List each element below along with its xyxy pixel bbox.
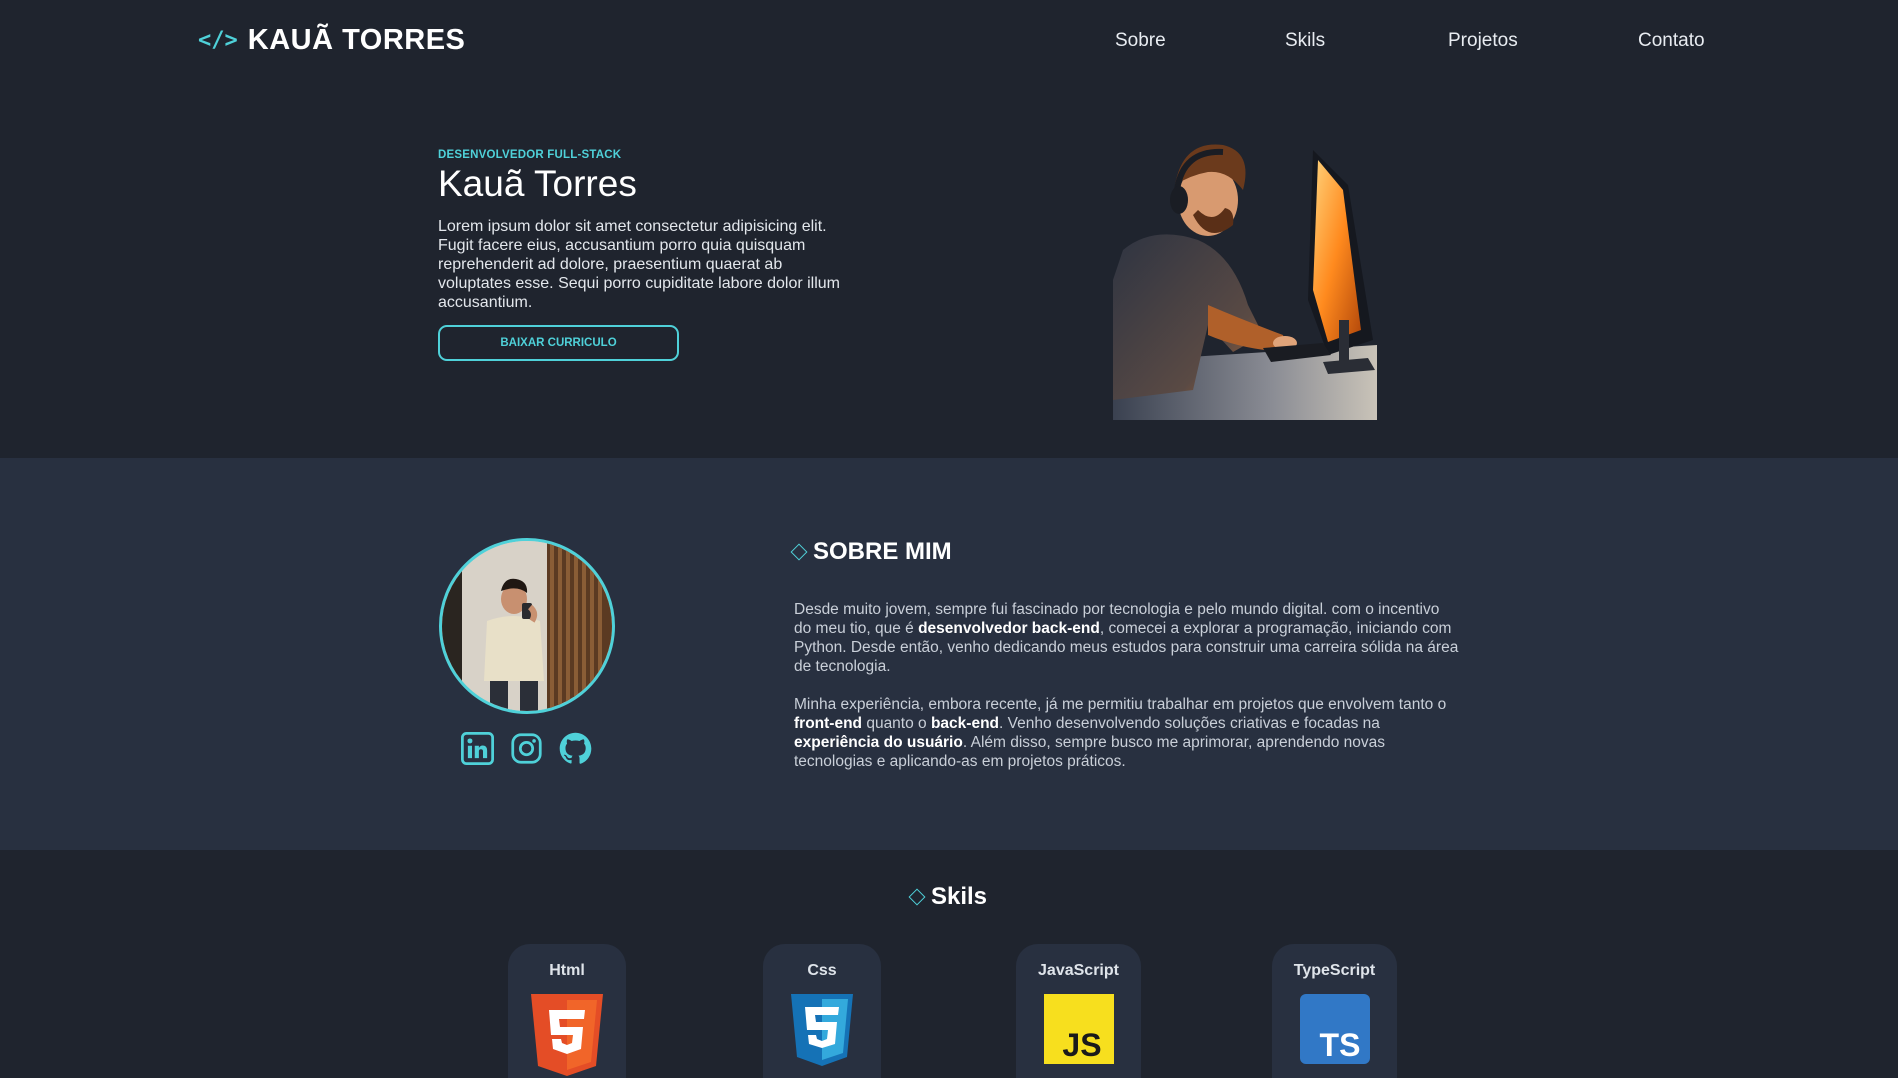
nav-item-projetos[interactable]: Projetos <box>1448 30 1518 52</box>
ts-icon: TS <box>1300 994 1370 1064</box>
skills-heading: Skils <box>930 883 988 910</box>
about-p2-highlight-frontend: front-end <box>794 715 863 732</box>
github-icon[interactable] <box>559 732 592 765</box>
skill-card-javascript[interactable]: JavaScript JS <box>1016 944 1141 1078</box>
code-icon: </> <box>198 28 238 53</box>
instagram-icon[interactable] <box>510 732 543 765</box>
download-cv-button[interactable]: BAIXAR CURRICULO <box>438 325 679 361</box>
skill-name: Html <box>549 962 585 979</box>
about-p2-highlight-backend: back-end <box>930 715 1000 732</box>
diamond-icon <box>908 888 926 906</box>
svg-text:JS: JS <box>1062 1027 1101 1063</box>
logo[interactable]: </> KAUÃ TORRES <box>198 24 465 57</box>
hero-eyebrow: DESENVOLVEDOR FULL-STACK <box>438 149 622 161</box>
diamond-icon <box>790 543 808 561</box>
css3-icon <box>791 994 853 1066</box>
skill-card-css[interactable]: Css <box>763 944 881 1078</box>
hero-description: Lorem ipsum dolor sit amet consectetur a… <box>438 218 841 311</box>
about-p2-text-e: . Venho desenvolvendo soluções criativas… <box>999 715 1380 732</box>
skills-title: Skils <box>0 883 1898 911</box>
skill-card-typescript[interactable]: TypeScript TS <box>1272 944 1397 1078</box>
about-p1-highlight: desenvolvedor back-end <box>918 620 1100 637</box>
developer-illustration <box>1113 130 1377 420</box>
logo-text: KAUÃ TORRES <box>247 24 466 56</box>
svg-text:TS: TS <box>1320 1027 1361 1063</box>
hero-name: Kauã Torres <box>438 163 637 204</box>
skill-name: Css <box>807 962 837 979</box>
about-heading: SOBRE MIM <box>813 538 952 565</box>
skill-name: JavaScript <box>1038 962 1119 979</box>
linkedin-icon[interactable] <box>461 732 494 765</box>
js-icon: JS <box>1044 994 1114 1064</box>
about-section: SOBRE MIM Desde muito jovem, sempre fui … <box>0 458 1898 850</box>
profile-avatar <box>439 538 615 714</box>
about-p2-text-a: Minha experiência, embora recente, já me… <box>794 696 1447 713</box>
about-p2-text-c: quanto o <box>862 715 931 732</box>
skill-card-html[interactable]: Html <box>508 944 626 1078</box>
nav-item-skils[interactable]: Skils <box>1285 30 1325 52</box>
nav-item-contato[interactable]: Contato <box>1638 30 1705 52</box>
about-paragraph-1: Desde muito jovem, sempre fui fascinado … <box>794 600 1460 676</box>
about-paragraph-2: Minha experiência, embora recente, já me… <box>794 695 1460 771</box>
html5-icon <box>531 994 603 1076</box>
nav-item-sobre[interactable]: Sobre <box>1115 30 1166 52</box>
about-title: SOBRE MIM <box>790 538 952 566</box>
hero-section: DESENVOLVEDOR FULL-STACK Kauã Torres Lor… <box>0 84 1898 458</box>
social-links <box>461 732 592 765</box>
site-header: </> KAUÃ TORRES Sobre Skils Projetos Con… <box>0 0 1898 84</box>
skill-name: TypeScript <box>1293 962 1376 979</box>
skills-section: Skils Html Css JavaScript JS TypeScript … <box>0 850 1898 1078</box>
about-p2-highlight-ux: experiência do usuário <box>794 734 963 751</box>
